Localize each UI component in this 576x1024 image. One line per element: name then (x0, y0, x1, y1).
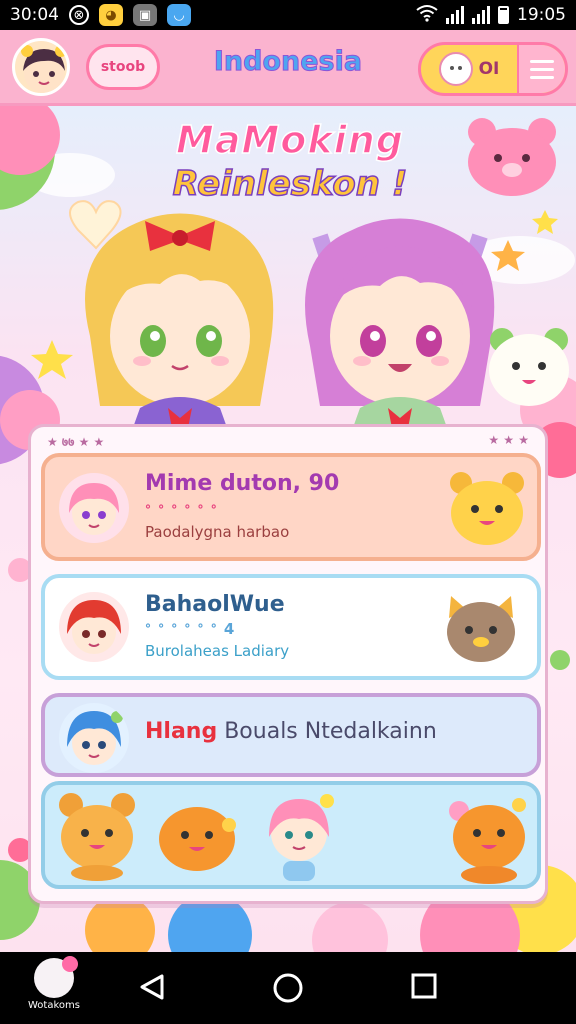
back-icon[interactable] (138, 972, 168, 1002)
stoob-button[interactable]: stoob (86, 44, 160, 90)
card-title: Mime duton, 90 (145, 471, 340, 496)
wifi-icon (416, 4, 438, 27)
user-avatar[interactable] (12, 38, 70, 96)
orange-bear-icon (59, 793, 135, 881)
card-title-rest: Bouals Ntedalkainn (217, 719, 437, 744)
status-time-right: 19:05 (517, 5, 566, 25)
card-title: BahaolWue (145, 592, 285, 617)
app-shortcut[interactable]: Wotakoms (22, 956, 86, 1011)
blonde-girl-illustration-icon (85, 213, 274, 436)
header-bar: stoob Indonesia OI (0, 30, 576, 106)
card-description: Burolaheas Ladiary (145, 642, 290, 660)
app-title: Indonesia (213, 46, 363, 78)
headline-line-1: MaMoking (175, 117, 404, 163)
card-subtitle: ᐤ ᐤ ᐤ ᐤ ᐤ ᐤ (145, 501, 218, 519)
counter-button[interactable]: OI (421, 45, 517, 93)
signal-2-icon (472, 6, 490, 24)
status-time-left: 30:04 (10, 5, 59, 25)
purple-hair-girl-illustration-icon (305, 218, 495, 436)
counter-label: OI (478, 59, 500, 79)
list-item[interactable]: Mime duton, 90 ᐤ ᐤ ᐤ ᐤ ᐤ ᐤ Paodalygna ha… (41, 453, 541, 561)
pink-girl-avatar (59, 473, 129, 543)
notification-icon: ⊗ (69, 5, 89, 25)
emoji-notification-icon: ◕ (99, 4, 123, 26)
panel-right-marks: ★ ★ ★ (488, 433, 529, 447)
app-screen: stoob Indonesia OI MaMoking Reinleskon ! (0, 30, 576, 952)
headline: MaMoking Reinleskon ! (140, 117, 440, 205)
chat-notification-icon: ◡ (167, 4, 191, 26)
character-row[interactable] (41, 781, 541, 889)
face-icon (438, 52, 473, 86)
pink-girl-chibi-icon (269, 794, 334, 881)
signal-icon (446, 6, 464, 24)
orange-fox-icon (449, 798, 526, 884)
white-bear-icon (489, 328, 569, 406)
panel-left-marks: ★ ७७ ★ ★ (47, 435, 105, 449)
card-description: Paodalygna harbao (145, 523, 290, 541)
blue-hair-avatar (59, 703, 129, 773)
list-item[interactable]: Hlang Bouals Ntedalkainn (41, 693, 541, 777)
app-notification-icon: ▣ (133, 4, 157, 26)
yellow-bear-icon (450, 472, 524, 545)
app-shortcut-icon (34, 956, 78, 998)
panel-header: ★ ७७ ★ ★ ★ ★ ★ (47, 433, 529, 451)
battery-icon (498, 6, 509, 24)
pink-bear-icon (468, 118, 556, 196)
recent-apps-icon[interactable] (410, 972, 438, 1000)
navigation-bar: Wotakoms (0, 952, 576, 1024)
app-shortcut-label: Wotakoms (28, 1000, 80, 1011)
status-bar: 30:04 ⊗ ◕ ▣ ◡ 19:05 (0, 0, 576, 30)
menu-icon (530, 59, 554, 63)
list-item[interactable]: BahaolWue ᐤ ᐤ ᐤ ᐤ ᐤ ᐤ 4 Burolaheas Ladia… (41, 574, 541, 680)
brown-cat-icon (447, 596, 515, 662)
menu-button[interactable] (517, 45, 565, 93)
card-subtitle: ᐤ ᐤ ᐤ ᐤ ᐤ ᐤ 4 (145, 620, 236, 638)
content-panel: ★ ७७ ★ ★ ★ ★ ★ Mime duton, 90 ᐤ ᐤ ᐤ ᐤ ᐤ … (28, 424, 548, 904)
profile-menu-group: OI (418, 42, 568, 96)
red-hair-avatar (59, 592, 129, 662)
orange-blob-icon (159, 807, 236, 871)
home-icon[interactable] (272, 972, 304, 1004)
card-title: Hlang Bouals Ntedalkainn (145, 719, 437, 744)
card-title-accent: Hlang (145, 719, 218, 744)
